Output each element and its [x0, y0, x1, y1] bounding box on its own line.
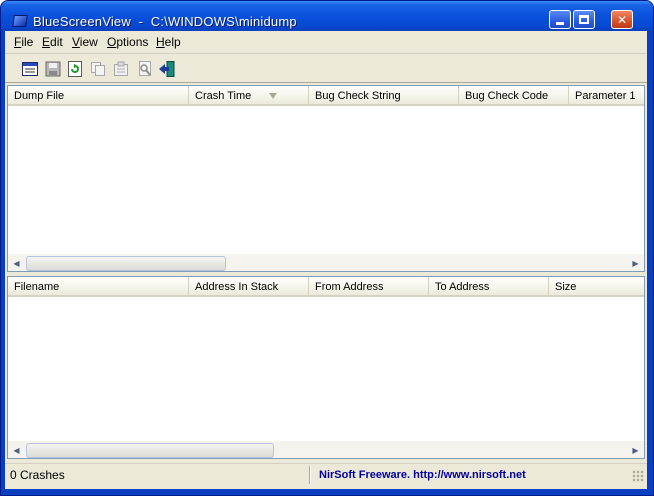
scroll-right-arrow-icon[interactable]: ▶	[627, 442, 644, 459]
menu-view[interactable]: View	[72, 35, 98, 49]
title-bar[interactable]: BlueScreenView - C:\WINDOWS\minidump ✕	[1, 1, 653, 31]
crash-list-hscrollbar[interactable]: ◀ ▶	[8, 254, 644, 271]
menu-help[interactable]: Help	[156, 35, 181, 49]
col-parameter-1[interactable]: Parameter 1	[569, 86, 644, 104]
scroll-right-arrow-icon[interactable]: ▶	[627, 255, 644, 272]
scroll-left-arrow-icon[interactable]: ◀	[8, 442, 25, 459]
close-button[interactable]: ✕	[611, 10, 633, 29]
resize-grip-icon[interactable]	[632, 470, 644, 482]
copy-icon[interactable]	[88, 59, 108, 79]
col-dump-file[interactable]: Dump File	[8, 86, 189, 104]
save-icon[interactable]	[43, 59, 63, 79]
find-icon[interactable]	[135, 59, 155, 79]
col-address-in-stack[interactable]: Address In Stack	[189, 277, 309, 295]
crash-list-header: Dump File Crash Time Bug Check String Bu…	[8, 86, 644, 106]
nirsoft-link[interactable]: NirSoft Freeware. http://www.nirsoft.net	[319, 467, 526, 484]
refresh-icon[interactable]	[65, 59, 85, 79]
menu-options[interactable]: Options	[107, 35, 148, 49]
toolbar	[5, 55, 647, 83]
scroll-thumb[interactable]	[26, 443, 274, 458]
module-list-header: Filename Address In Stack From Address T…	[8, 277, 644, 297]
minimize-icon	[556, 22, 564, 25]
menu-edit[interactable]: Edit	[42, 35, 63, 49]
html-report-icon[interactable]	[20, 59, 40, 79]
app-icon[interactable]	[12, 15, 28, 27]
minimize-button[interactable]	[549, 10, 571, 29]
scroll-left-arrow-icon[interactable]: ◀	[8, 255, 25, 272]
menu-bar: File Edit View Options Help	[5, 31, 647, 54]
status-bar: 0 Crashes NirSoft Freeware. http://www.n…	[5, 463, 647, 485]
close-icon: ✕	[616, 12, 628, 27]
scroll-thumb[interactable]	[26, 256, 226, 271]
module-list-hscrollbar[interactable]: ◀ ▶	[8, 441, 644, 458]
col-from-address[interactable]: From Address	[309, 277, 429, 295]
maximize-icon	[579, 15, 589, 24]
crash-list-pane[interactable]: Dump File Crash Time Bug Check String Bu…	[7, 85, 645, 272]
client-area: File Edit View Options Help Dump File Cr…	[5, 31, 647, 489]
col-to-address[interactable]: To Address	[429, 277, 549, 295]
col-bug-check-code[interactable]: Bug Check Code	[459, 86, 569, 104]
window-title: BlueScreenView - C:\WINDOWS\minidump	[33, 14, 297, 29]
col-size[interactable]: Size	[549, 277, 644, 295]
exit-icon[interactable]	[157, 59, 177, 79]
col-bug-check-string[interactable]: Bug Check String	[309, 86, 459, 104]
col-filename[interactable]: Filename	[8, 277, 189, 295]
maximize-button[interactable]	[573, 10, 595, 29]
properties-icon[interactable]	[111, 59, 131, 79]
sort-descending-icon	[269, 93, 277, 99]
app-window: BlueScreenView - C:\WINDOWS\minidump ✕ F…	[0, 0, 654, 496]
col-crash-time[interactable]: Crash Time	[189, 86, 309, 104]
menu-file[interactable]: File	[14, 35, 33, 49]
status-divider	[309, 466, 311, 484]
module-list-pane[interactable]: Filename Address In Stack From Address T…	[7, 276, 645, 459]
crash-count: 0 Crashes	[10, 468, 65, 482]
